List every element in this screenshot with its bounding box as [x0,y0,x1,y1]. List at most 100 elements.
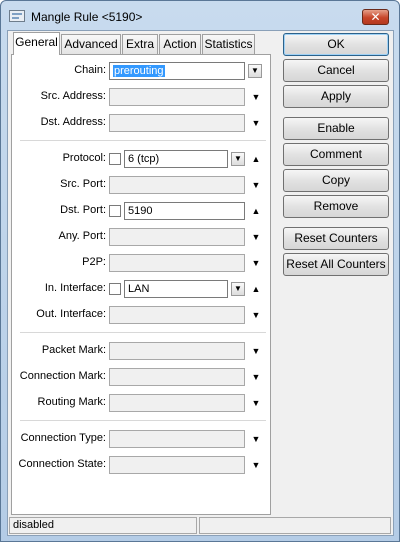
expand-down-icon[interactable]: ▼ [250,370,262,384]
separator [20,420,266,421]
connection-type-field[interactable] [109,430,245,448]
expand-down-icon[interactable]: ▼ [250,116,262,130]
tab-action[interactable]: Action [159,34,201,54]
out-interface-label: Out. Interface: [36,308,106,320]
tab-label: Action [163,37,197,51]
remove-button[interactable]: Remove [283,195,389,218]
mangle-rule-window: Mangle Rule <5190> ✕ General Advanced Ex… [0,0,400,542]
expand-down-icon[interactable]: ▼ [250,256,262,270]
tab-extra[interactable]: Extra [122,34,158,54]
connection-mark-row: Connection Mark: ▼ [12,367,270,387]
protocol-label: Protocol: [62,152,106,164]
copy-button[interactable]: Copy [283,169,389,192]
expand-down-icon[interactable]: ▼ [250,344,262,358]
any-port-field[interactable] [109,228,245,246]
dst-address-label: Dst. Address: [40,116,106,128]
in-interface-negate-checkbox[interactable] [109,283,121,295]
ok-button[interactable]: OK [283,33,389,56]
reset-all-counters-button[interactable]: Reset All Counters [283,253,389,276]
reset-counters-button[interactable]: Reset Counters [283,227,389,250]
dropdown-arrow-icon[interactable]: ▼ [248,64,262,78]
status-text: disabled [9,517,197,534]
dst-address-field[interactable] [109,114,245,132]
comment-button[interactable]: Comment [283,143,389,166]
chain-value: prerouting [113,65,165,77]
close-icon: ✕ [370,10,381,24]
p2p-label: P2P: [82,256,106,268]
connection-state-row: Connection State: ▼ [12,455,270,475]
separator [20,332,266,333]
expand-down-icon[interactable]: ▼ [250,432,262,446]
chain-row: Chain: prerouting ▼ [12,61,270,81]
src-port-label: Src. Port: [60,178,106,190]
packet-mark-row: Packet Mark: ▼ [12,341,270,361]
src-port-row: Src. Port: ▼ [12,175,270,195]
status-secondary [199,517,391,534]
routing-mark-row: Routing Mark: ▼ [12,393,270,413]
apply-button[interactable]: Apply [283,85,389,108]
src-address-field[interactable] [109,88,245,106]
routing-mark-label: Routing Mark: [37,396,106,408]
src-address-row: Src. Address: ▼ [12,87,270,107]
expand-down-icon[interactable]: ▼ [250,178,262,192]
enable-button[interactable]: Enable [283,117,389,140]
collapse-up-icon[interactable]: ▲ [250,204,262,218]
out-interface-field[interactable] [109,306,245,324]
dst-port-negate-checkbox[interactable] [109,205,121,217]
expand-down-icon[interactable]: ▼ [250,308,262,322]
in-interface-row: In. Interface: LAN ▼ ▲ [12,279,270,299]
out-interface-row: Out. Interface: ▼ [12,305,270,325]
connection-state-field[interactable] [109,456,245,474]
window-app-icon [9,10,25,22]
expand-down-icon[interactable]: ▼ [250,396,262,410]
tab-statistics[interactable]: Statistics [202,34,255,54]
collapse-up-icon[interactable]: ▲ [250,152,262,166]
expand-down-icon[interactable]: ▼ [250,230,262,244]
dropdown-arrow-icon[interactable]: ▼ [231,282,245,296]
cancel-button[interactable]: Cancel [283,59,389,82]
in-interface-combobox[interactable]: LAN [124,280,228,298]
packet-mark-label: Packet Mark: [41,344,106,356]
dst-port-label: Dst. Port: [60,204,106,216]
window-title: Mangle Rule <5190> [31,10,143,24]
routing-mark-field[interactable] [109,394,245,412]
connection-mark-label: Connection Mark: [19,370,106,382]
dst-port-row: Dst. Port: 5190 ▲ [12,201,270,221]
protocol-value: 6 (tcp) [128,153,160,165]
src-port-field[interactable] [109,176,245,194]
dropdown-arrow-icon[interactable]: ▼ [231,152,245,166]
tab-advanced[interactable]: Advanced [61,34,121,54]
protocol-combobox[interactable]: 6 (tcp) [124,150,228,168]
p2p-field[interactable] [109,254,245,272]
any-port-row: Any. Port: ▼ [12,227,270,247]
expand-down-icon[interactable]: ▼ [250,458,262,472]
close-button[interactable]: ✕ [362,9,389,25]
title-bar[interactable]: Mangle Rule <5190> ✕ [1,1,399,31]
tab-label: Extra [125,37,154,51]
tab-label: Advanced [64,37,118,51]
expand-down-icon[interactable]: ▼ [250,90,262,104]
general-tab-panel: Chain: prerouting ▼ Src. Address: ▼ Dst.… [11,54,271,515]
packet-mark-field[interactable] [109,342,245,360]
in-interface-label: In. Interface: [44,282,106,294]
tab-label: Statistics [204,37,253,51]
chain-label: Chain: [74,64,106,76]
connection-mark-field[interactable] [109,368,245,386]
src-address-label: Src. Address: [40,90,106,102]
dst-port-field[interactable]: 5190 [124,202,245,220]
any-port-label: Any. Port: [58,230,106,242]
collapse-up-icon[interactable]: ▲ [250,282,262,296]
protocol-row: Protocol: 6 (tcp) ▼ ▲ [12,149,270,169]
connection-type-label: Connection Type: [20,432,106,444]
protocol-negate-checkbox[interactable] [109,153,121,165]
tab-general[interactable]: General [13,32,60,55]
status-bar: disabled [8,516,393,535]
connection-state-label: Connection State: [18,458,106,470]
chain-combobox[interactable]: prerouting [109,62,245,80]
p2p-row: P2P: ▼ [12,253,270,273]
dst-port-value: 5190 [128,205,153,217]
tab-label: General [15,35,58,49]
window-client: General Advanced Extra Action Statistics… [7,30,394,536]
in-interface-value: LAN [128,283,150,295]
connection-type-row: Connection Type: ▼ [12,429,270,449]
